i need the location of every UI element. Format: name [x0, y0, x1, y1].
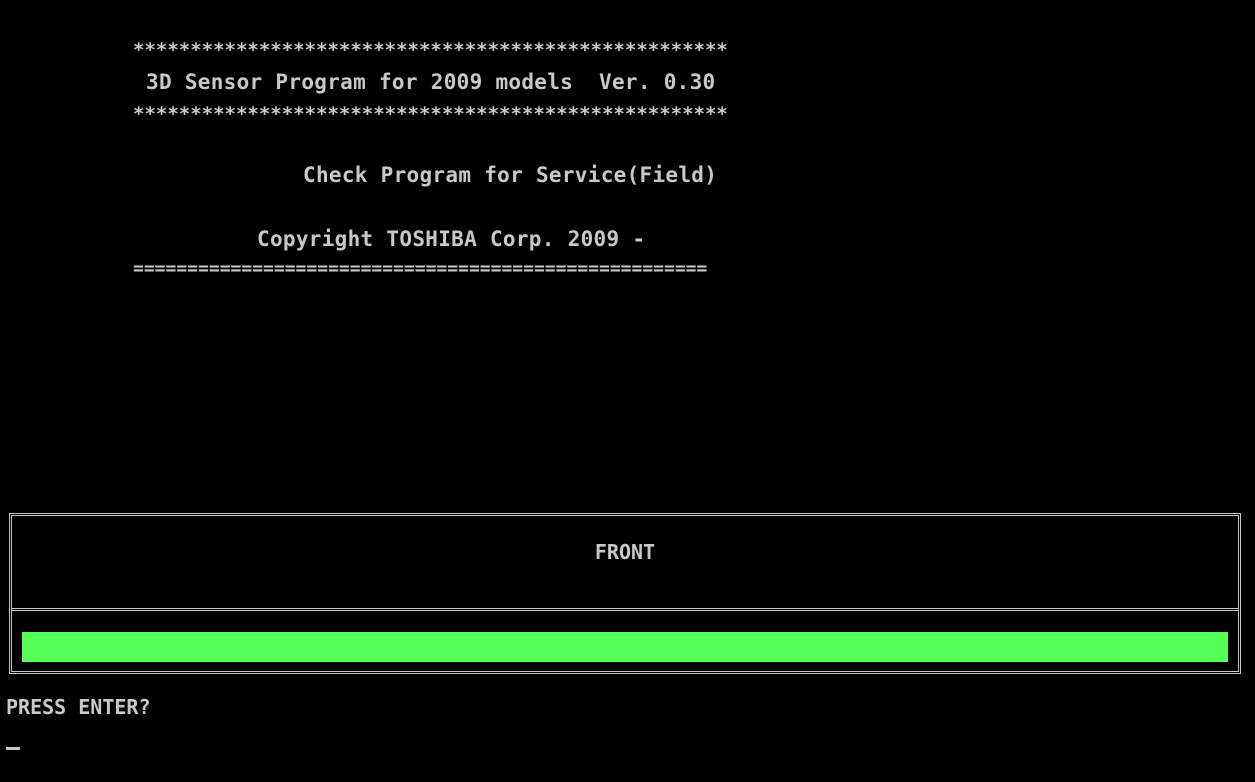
- front-panel-title: FRONT: [594, 540, 656, 564]
- front-panel: FRONT: [9, 513, 1241, 674]
- progress-bar: [22, 632, 1228, 662]
- header-stars-top: ****************************************…: [133, 39, 728, 61]
- press-enter-prompt: PRESS ENTER?: [6, 695, 151, 719]
- program-subtitle: Check Program for Service(Field): [303, 163, 718, 187]
- program-title: 3D Sensor Program for 2009 models Ver. 0…: [146, 70, 716, 94]
- text-cursor[interactable]: [6, 747, 20, 750]
- front-panel-header: FRONT: [12, 516, 1238, 608]
- panel-divider: [12, 608, 1238, 611]
- copyright-notice: Copyright TOSHIBA Corp. 2009 -: [257, 227, 646, 251]
- progress-bar-fill: [22, 632, 1228, 662]
- header-rule: ========================================…: [133, 258, 708, 279]
- header-stars-bottom: ****************************************…: [133, 103, 728, 125]
